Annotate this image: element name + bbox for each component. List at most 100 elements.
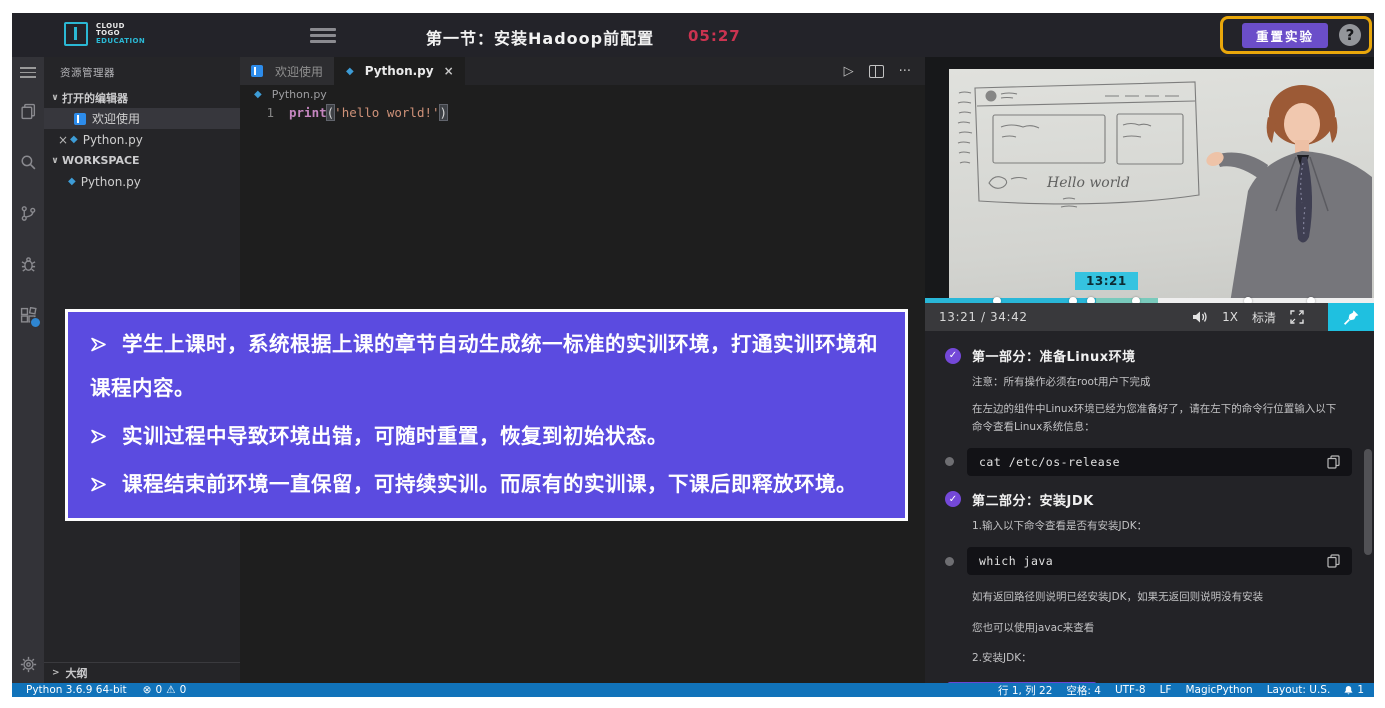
logo-icon xyxy=(64,22,88,46)
video-player[interactable]: Hello world xyxy=(925,57,1374,303)
explorer-header: 资源管理器 xyxy=(44,57,240,87)
status-bar: Python 3.6.9 64-bit ⊗ 0 ⚠ 0 行 1, 列 22 空格… xyxy=(12,683,1374,697)
copy-icon[interactable] xyxy=(1327,554,1340,568)
tree-item-python-open[interactable]: × ◆ Python.py xyxy=(44,129,240,150)
extensions-icon[interactable] xyxy=(20,307,37,324)
open-editors-section[interactable]: ∨ 打开的编辑器 xyxy=(44,87,240,108)
panel-scrollbar[interactable] xyxy=(1364,449,1372,555)
tree-item-label: Python.py xyxy=(81,175,141,189)
python-version[interactable]: Python 3.6.9 64-bit xyxy=(26,684,127,696)
overlay-bullet: 学生上课时，系统根据上课的章节自动生成统一标准的实训环境，打通实训环境和课程内容… xyxy=(90,322,881,410)
notification-count: 1 xyxy=(1357,684,1364,696)
indentation[interactable]: 空格: 4 xyxy=(1066,683,1101,698)
code-line[interactable]: 1 print('hello world!') xyxy=(240,104,925,120)
workspace-section[interactable]: ∨ WORKSPACE xyxy=(44,150,240,171)
split-editor-icon[interactable] xyxy=(869,65,884,78)
tab-label: Python.py xyxy=(365,64,434,78)
breadcrumb-item: Python.py xyxy=(272,88,327,101)
chapter-marker[interactable] xyxy=(1069,297,1077,304)
brand-logo: CLOUD TOGO EDUCATION xyxy=(64,22,145,46)
close-icon[interactable]: × xyxy=(444,64,454,78)
copy-icon[interactable] xyxy=(1327,455,1340,469)
welcome-icon xyxy=(74,113,86,125)
session-timer: 05:27 xyxy=(688,27,741,45)
more-actions-icon[interactable]: ··· xyxy=(899,64,911,79)
tree-item-python-file[interactable]: ◆ Python.py xyxy=(44,171,240,192)
section2-title: 第二部分：安装JDK xyxy=(972,490,1094,509)
chapter-marker[interactable] xyxy=(1244,297,1252,304)
python-file-icon: ◆ xyxy=(70,134,78,145)
whiteboard-sketch: Hello world xyxy=(955,73,1220,228)
python-file-icon: ◆ xyxy=(254,89,262,100)
line-number: 1 xyxy=(240,105,289,120)
keyboard-layout[interactable]: Layout: U.S. xyxy=(1267,684,1331,696)
promo-overlay: 学生上课时，系统根据上课的章节自动生成统一标准的实训环境，打通实训环境和课程内容… xyxy=(65,309,908,521)
command-text: cat /etc/os-release xyxy=(979,455,1120,469)
outline-section[interactable]: > 大纲 xyxy=(44,662,240,683)
logo-text: CLOUD TOGO EDUCATION xyxy=(96,23,145,46)
command-text: which java xyxy=(979,554,1053,568)
quality-button[interactable]: 标清 xyxy=(1252,309,1276,326)
open-editors-label: 打开的编辑器 xyxy=(62,90,128,106)
speed-button[interactable]: 1X xyxy=(1222,310,1238,324)
code-keyword: print xyxy=(289,105,327,120)
language-mode[interactable]: MagicPython xyxy=(1185,684,1252,696)
python-file-icon: ◆ xyxy=(346,66,354,77)
python-file-icon: ◆ xyxy=(68,176,76,187)
bullet-arrow-icon xyxy=(90,428,107,445)
time-display: 13:21 / 34:42 xyxy=(939,310,1028,324)
fullscreen-icon[interactable] xyxy=(1290,310,1304,324)
command-block[interactable]: which java xyxy=(967,547,1352,575)
cursor-position[interactable]: 行 1, 列 22 xyxy=(998,683,1052,698)
debug-icon[interactable] xyxy=(20,256,37,273)
breadcrumb[interactable]: ◆ Python.py xyxy=(240,85,925,104)
code-paren-close: ) xyxy=(440,105,448,120)
sidebar-menu-icon[interactable] xyxy=(20,67,36,69)
pin-button[interactable] xyxy=(1328,303,1374,331)
chapter-marker[interactable] xyxy=(993,297,1001,304)
overlay-bullet: 实训过程中导致环境出错，可随时重置，恢复到初始状态。 xyxy=(90,414,881,458)
tree-item-label: Python.py xyxy=(83,133,143,147)
outline-label: 大纲 xyxy=(66,665,88,681)
reset-experiment-button[interactable]: 重置实验 xyxy=(1242,23,1328,48)
extensions-badge xyxy=(30,317,41,328)
problems-indicator[interactable]: ⊗ 0 ⚠ 0 xyxy=(143,684,187,696)
video-controls: 13:21 / 34:42 1X 标清 xyxy=(925,303,1374,331)
board-handwriting: Hello world xyxy=(1046,175,1130,191)
source-control-icon[interactable] xyxy=(20,205,37,222)
close-icon[interactable]: × xyxy=(56,133,70,147)
command-row: cat /etc/os-release xyxy=(945,448,1374,476)
error-icon: ⊗ xyxy=(143,684,152,696)
tree-item-welcome[interactable]: 欢迎使用 xyxy=(44,108,240,129)
chapter-marker[interactable] xyxy=(1087,297,1095,304)
section2-note2: 您也可以使用javac来查看 xyxy=(972,620,1346,637)
explorer-icon[interactable] xyxy=(20,103,37,120)
settings-gear-icon[interactable] xyxy=(20,656,37,673)
volume-icon[interactable] xyxy=(1192,310,1208,324)
highlight-annotation: 重置实验 ? xyxy=(1220,16,1372,54)
section2-header: ✓ 第二部分：安装JDK xyxy=(945,490,1374,509)
help-icon[interactable]: ? xyxy=(1339,24,1361,46)
tab-welcome[interactable]: 欢迎使用 xyxy=(240,57,335,85)
notifications-indicator[interactable]: 1 xyxy=(1344,684,1364,696)
next-section-button[interactable]: ✓ 进入下一节 xyxy=(947,682,1097,683)
eol-sequence[interactable]: LF xyxy=(1160,684,1172,696)
search-icon[interactable] xyxy=(20,154,37,171)
command-row: which java xyxy=(945,547,1374,575)
error-count: 0 xyxy=(155,684,162,696)
progress-bar[interactable] xyxy=(925,298,1374,303)
run-icon[interactable]: ▷ xyxy=(844,64,854,79)
step-dot-icon xyxy=(945,457,954,466)
warning-count: 0 xyxy=(180,684,187,696)
command-block[interactable]: cat /etc/os-release xyxy=(967,448,1352,476)
chapter-marker[interactable] xyxy=(1307,297,1315,304)
menu-icon[interactable] xyxy=(310,28,336,31)
tab-python[interactable]: ◆ Python.py × xyxy=(335,57,465,85)
chevron-down-icon: ∨ xyxy=(48,93,62,103)
logo-line3: EDUCATION xyxy=(96,38,145,46)
welcome-icon xyxy=(251,65,263,77)
chapter-marker[interactable] xyxy=(1132,297,1140,304)
bullet-arrow-icon xyxy=(90,476,107,493)
overlay-bullet: 课程结束前环境一直保留，可持续实训。而原有的实训课，下课后即释放环境。 xyxy=(90,462,881,506)
encoding[interactable]: UTF-8 xyxy=(1115,684,1146,696)
